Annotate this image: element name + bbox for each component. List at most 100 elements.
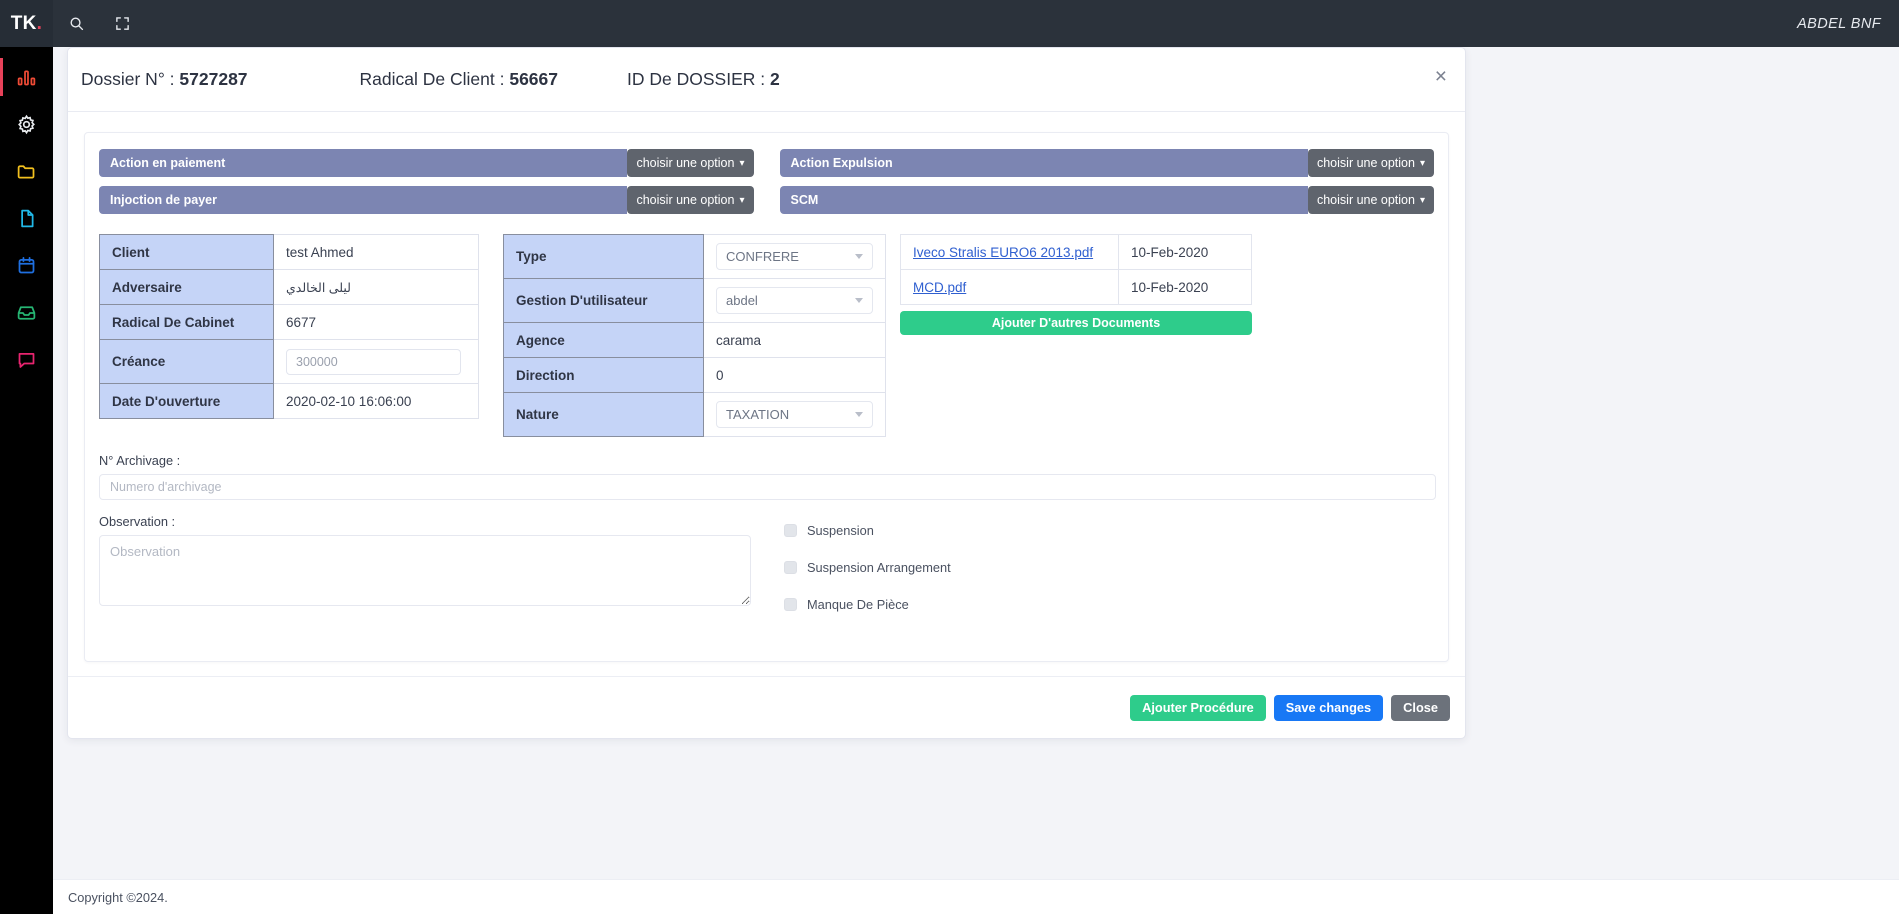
radical-client-label: Radical De Client : bbox=[359, 69, 510, 89]
action-bars: Action en paiement choisir une option ▾ … bbox=[99, 149, 1434, 223]
checkbox-manque-de-piece[interactable]: Manque De Pièce bbox=[784, 597, 951, 612]
document-date-cell: 10-Feb-2020 bbox=[1118, 234, 1252, 270]
detail-key-gestion: Gestion D'utilisateur bbox=[503, 278, 704, 323]
action-column-right: Action Expulsion choisir une option ▾ SC… bbox=[779, 149, 1434, 223]
gestion-utilisateur-select[interactable]: abdel bbox=[716, 287, 873, 314]
checkbox-suspension[interactable]: Suspension bbox=[784, 523, 951, 538]
caret-down-icon bbox=[855, 254, 863, 259]
folder-icon bbox=[17, 165, 35, 179]
observation-textarea[interactable] bbox=[99, 535, 751, 606]
document-link[interactable]: Iveco Stralis EURO6 2013.pdf bbox=[913, 245, 1093, 260]
app-logo-text: TK bbox=[10, 12, 37, 34]
action-label-paiement: Action en paiement bbox=[99, 149, 628, 177]
sidebar-item-settings[interactable] bbox=[0, 101, 53, 148]
chevron-down-icon: ▾ bbox=[739, 194, 745, 206]
info-key-creance: Créance bbox=[99, 339, 274, 384]
table-row: Créance bbox=[99, 339, 479, 384]
action-select-paiement-text: choisir une option bbox=[636, 156, 735, 170]
checkbox-suspension-arrangement[interactable]: Suspension Arrangement bbox=[784, 560, 951, 575]
checkbox-manque-de-piece-label: Manque De Pièce bbox=[807, 597, 909, 612]
detail-value-agence: carama bbox=[703, 322, 886, 358]
detail-value-nature: TAXATION bbox=[703, 392, 886, 437]
archivage-label: N° Archivage : bbox=[99, 453, 181, 468]
checkbox-icon[interactable] bbox=[784, 524, 797, 537]
sidebar-item-calendar[interactable] bbox=[0, 242, 53, 289]
document-date-cell: 10-Feb-2020 bbox=[1118, 269, 1252, 305]
sidebar-item-inbox[interactable] bbox=[0, 289, 53, 336]
fullscreen-icon[interactable] bbox=[99, 0, 145, 47]
modal-body: Action en paiement choisir une option ▾ … bbox=[68, 112, 1465, 662]
detail-panels: Client test Ahmed Adversaire ليلى الخالد… bbox=[99, 234, 1434, 437]
checkbox-icon[interactable] bbox=[784, 561, 797, 574]
action-select-scm[interactable]: choisir une option ▾ bbox=[1307, 186, 1434, 214]
table-row: Radical De Cabinet 6677 bbox=[99, 304, 479, 340]
info-value-date-ouverture: 2020-02-10 16:06:00 bbox=[273, 383, 479, 419]
dossier-id: ID De DOSSIER : 2 bbox=[627, 69, 780, 90]
table-row: MCD.pdf 10-Feb-2020 bbox=[900, 269, 1252, 305]
gear-icon bbox=[18, 114, 35, 135]
close-icon[interactable]: × bbox=[1435, 66, 1447, 87]
sidebar-item-documents[interactable] bbox=[0, 195, 53, 242]
type-select-value: CONFRERE bbox=[726, 249, 799, 264]
table-row: Type CONFRERE bbox=[503, 234, 886, 279]
action-select-expulsion[interactable]: choisir une option ▾ bbox=[1307, 149, 1434, 177]
add-documents-button[interactable]: Ajouter D'autres Documents bbox=[900, 311, 1252, 335]
dossier-number-label: Dossier N° : bbox=[81, 69, 180, 89]
action-row-scm: SCM choisir une option ▾ bbox=[779, 186, 1434, 214]
calendar-icon bbox=[18, 257, 35, 274]
checkbox-icon[interactable] bbox=[784, 598, 797, 611]
table-row: Client test Ahmed bbox=[99, 234, 479, 270]
action-select-paiement[interactable]: choisir une option ▾ bbox=[627, 149, 754, 177]
table-row: Direction 0 bbox=[503, 357, 886, 393]
radical-client: Radical De Client : 56667 bbox=[360, 69, 558, 90]
observation-block: Observation : bbox=[99, 514, 751, 634]
dossier-detail-table: Type CONFRERE Gestion D'utilisateur abde… bbox=[503, 234, 886, 437]
sidebar-item-messages[interactable] bbox=[0, 336, 53, 383]
chat-icon bbox=[18, 352, 35, 368]
checkbox-suspension-arrangement-label: Suspension Arrangement bbox=[807, 560, 951, 575]
sidebar-rail bbox=[0, 47, 53, 914]
info-value-creance bbox=[273, 339, 479, 384]
sidebar-item-folders[interactable] bbox=[0, 148, 53, 195]
observation-label: Observation : bbox=[99, 514, 176, 529]
top-bar: TK. ABDEL BNF bbox=[0, 0, 1899, 47]
add-procedure-button[interactable]: Ajouter Procédure bbox=[1130, 694, 1266, 721]
action-row-expulsion: Action Expulsion choisir une option ▾ bbox=[779, 149, 1434, 177]
checkbox-suspension-label: Suspension bbox=[807, 523, 874, 538]
search-icon[interactable] bbox=[53, 0, 99, 47]
save-changes-button[interactable]: Save changes bbox=[1273, 694, 1384, 721]
nature-select[interactable]: TAXATION bbox=[716, 401, 873, 428]
copyright-text: Copyright ©2024. bbox=[53, 879, 1899, 914]
info-key-client: Client bbox=[99, 234, 274, 270]
action-select-injoction-text: choisir une option bbox=[636, 193, 735, 207]
app-logo: TK. bbox=[0, 0, 53, 47]
dossier-number: Dossier N° : 5727287 bbox=[81, 69, 248, 90]
action-row-injoction: Injoction de payer choisir une option ▾ bbox=[99, 186, 754, 214]
observation-row: Observation : Suspension Suspension Arra… bbox=[99, 514, 1434, 634]
info-key-radical-cabinet: Radical De Cabinet bbox=[99, 304, 274, 340]
table-row: Gestion D'utilisateur abdel bbox=[503, 278, 886, 323]
document-name-cell: Iveco Stralis EURO6 2013.pdf bbox=[900, 234, 1119, 270]
modal-header: Dossier N° : 5727287 Radical De Client :… bbox=[68, 48, 1465, 112]
adversaire-arabic-text: ليلى الخالدي bbox=[286, 280, 351, 295]
detail-value-type: CONFRERE bbox=[703, 234, 886, 279]
sidebar-item-dashboard[interactable] bbox=[0, 54, 53, 101]
table-row: Agence carama bbox=[503, 322, 886, 358]
action-select-scm-text: choisir une option bbox=[1316, 193, 1415, 207]
dossier-modal: Dossier N° : 5727287 Radical De Client :… bbox=[67, 47, 1466, 739]
type-select[interactable]: CONFRERE bbox=[716, 243, 873, 270]
document-link[interactable]: MCD.pdf bbox=[913, 280, 966, 295]
action-row-paiement: Action en paiement choisir une option ▾ bbox=[99, 149, 754, 177]
creance-input[interactable] bbox=[286, 348, 461, 375]
info-key-date-ouverture: Date D'ouverture bbox=[99, 383, 274, 419]
documents-panel: Iveco Stralis EURO6 2013.pdf 10-Feb-2020… bbox=[900, 234, 1252, 335]
detail-key-nature: Nature bbox=[503, 392, 704, 437]
action-label-scm: SCM bbox=[779, 186, 1308, 214]
archivage-input[interactable] bbox=[99, 474, 1436, 500]
close-button[interactable]: Close bbox=[1391, 694, 1450, 721]
action-select-injoction[interactable]: choisir une option ▾ bbox=[627, 186, 754, 214]
chevron-down-icon: ▾ bbox=[1419, 194, 1425, 206]
bar-chart-icon bbox=[17, 70, 36, 86]
document-name-cell: MCD.pdf bbox=[900, 269, 1119, 305]
documents-table: Iveco Stralis EURO6 2013.pdf 10-Feb-2020… bbox=[900, 234, 1252, 305]
